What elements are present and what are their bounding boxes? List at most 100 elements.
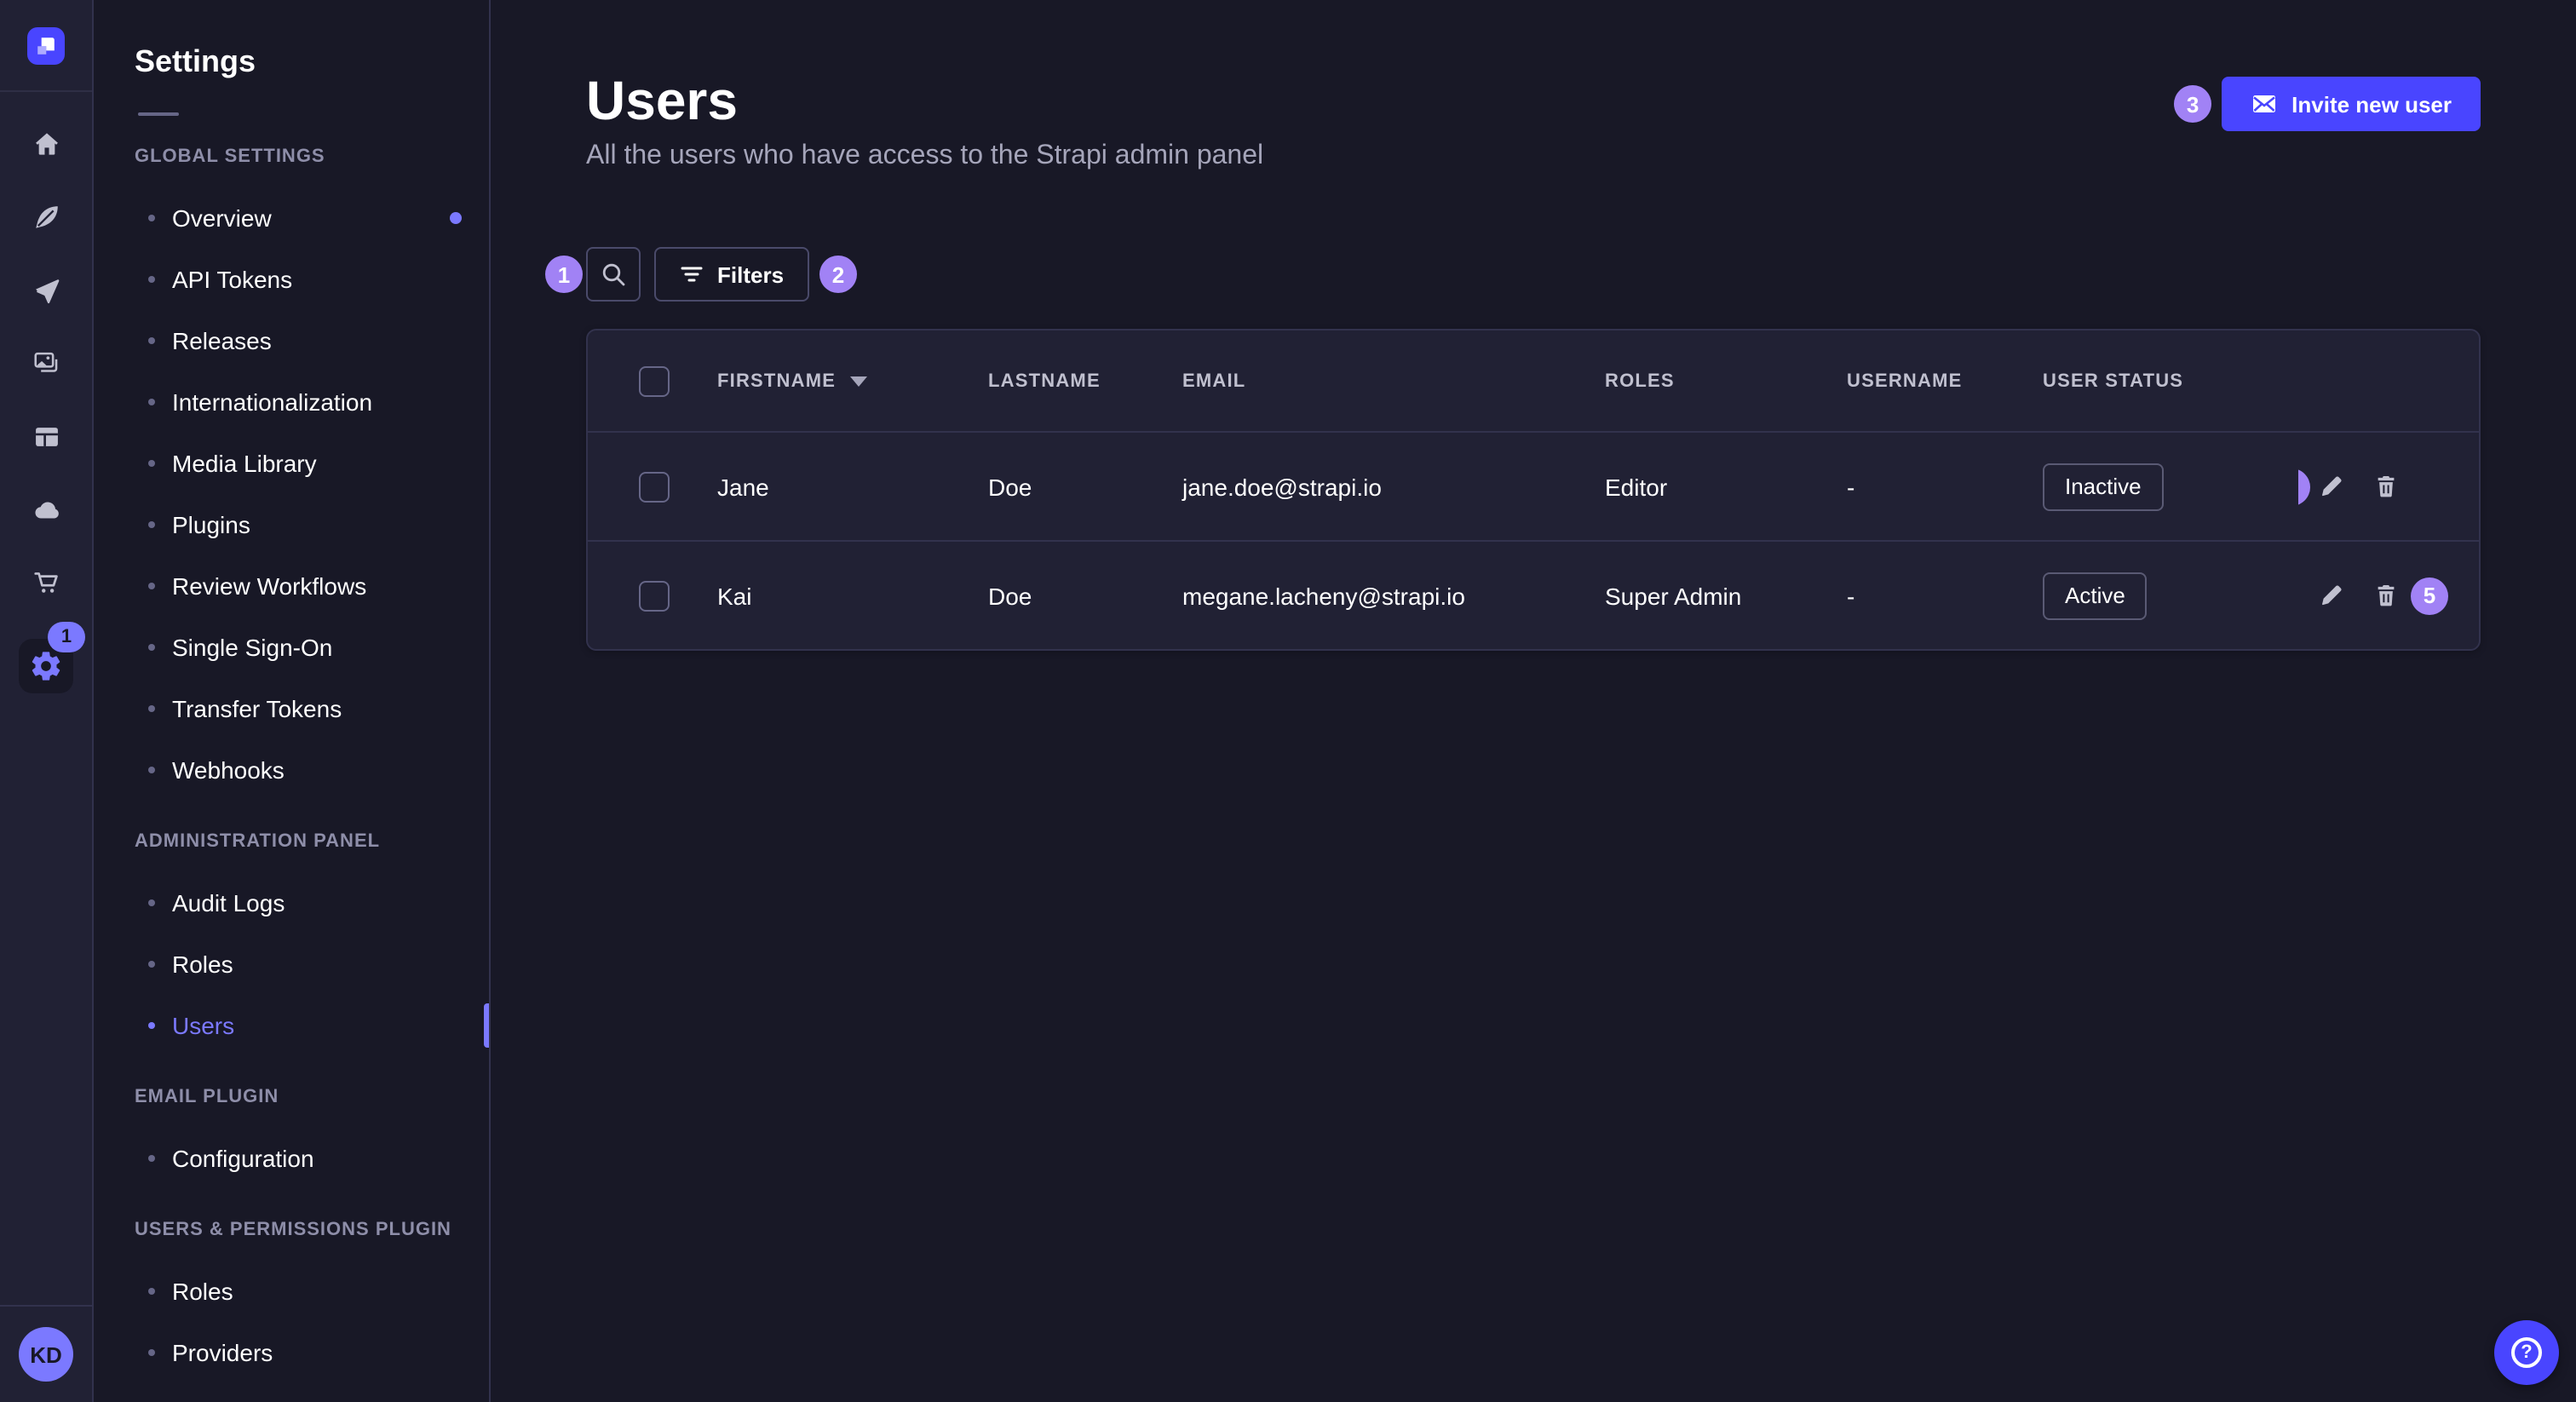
sidebar-item-label: Internationalization bbox=[172, 388, 372, 416]
sidebar-item-audit-logs[interactable]: Audit Logs bbox=[94, 872, 489, 934]
content-feather-icon[interactable] bbox=[32, 203, 60, 232]
sidebar-item-webhooks[interactable]: Webhooks bbox=[94, 739, 489, 801]
invite-new-user-button[interactable]: Invite new user bbox=[2222, 77, 2481, 131]
delete-user-button[interactable] bbox=[2372, 582, 2399, 609]
bullet-dot bbox=[148, 1155, 155, 1162]
table-header-row: FIRSTNAME LASTNAME EMAIL ROLES USERNAME … bbox=[588, 330, 2479, 431]
content-manager-layout-icon[interactable] bbox=[32, 422, 60, 451]
settings-sidebar: Settings GLOBAL SETTINGS Overview API To… bbox=[94, 0, 491, 1402]
invite-button-label: Invite new user bbox=[2291, 91, 2452, 117]
filters-button[interactable]: Filters bbox=[654, 247, 809, 302]
column-header-email[interactable]: EMAIL bbox=[1165, 371, 1588, 391]
send-plane-icon[interactable] bbox=[32, 276, 60, 305]
cell-roles: Super Admin bbox=[1588, 582, 1830, 609]
filters-button-label: Filters bbox=[717, 261, 784, 287]
sidebar-item-api-tokens[interactable]: API Tokens bbox=[94, 249, 489, 310]
status-badge: Inactive bbox=[2043, 463, 2164, 510]
column-header-username[interactable]: USERNAME bbox=[1830, 371, 2026, 391]
bullet-dot bbox=[148, 399, 155, 405]
sidebar-item-plugins[interactable]: Plugins bbox=[94, 494, 489, 555]
marketplace-cart-icon[interactable] bbox=[32, 569, 60, 598]
strapi-logo[interactable] bbox=[27, 27, 65, 65]
main-nav-rail: 1 KD bbox=[0, 0, 94, 1402]
strapi-admin-app: 1 KD Settings GLOBAL SETTINGS Overview A… bbox=[0, 0, 2576, 1402]
cell-roles: Editor bbox=[1588, 473, 1830, 500]
pencil-icon bbox=[2318, 583, 2343, 608]
cell-firstname: Kai bbox=[700, 582, 971, 609]
sidebar-item-media-library[interactable]: Media Library bbox=[94, 433, 489, 494]
sidebar-item-providers[interactable]: Providers bbox=[94, 1322, 489, 1383]
trash-icon bbox=[2372, 583, 2398, 608]
cell-firstname: Jane bbox=[700, 473, 971, 500]
table-row-jane-doe[interactable]: Jane Doe jane.doe@strapi.io Editor - Ina… bbox=[588, 431, 2479, 540]
sidebar-item-label: Overview bbox=[172, 204, 272, 232]
sidebar-item-admin-roles[interactable]: Roles bbox=[94, 934, 489, 995]
column-header-user-status[interactable]: USER STATUS bbox=[2026, 371, 2298, 391]
select-all-checkbox[interactable] bbox=[639, 365, 670, 396]
sidebar-item-configuration[interactable]: Configuration bbox=[94, 1128, 489, 1189]
annotation-marker-2: 2 bbox=[819, 256, 857, 293]
sidebar-item-overview[interactable]: Overview bbox=[94, 187, 489, 249]
pencil-icon bbox=[2318, 474, 2343, 499]
sidebar-item-label: Audit Logs bbox=[172, 889, 285, 916]
sidebar-title: Settings bbox=[94, 41, 489, 82]
edit-user-button[interactable] bbox=[2317, 582, 2344, 609]
bullet-dot bbox=[148, 767, 155, 773]
home-icon[interactable] bbox=[32, 129, 60, 158]
sidebar-item-releases[interactable]: Releases bbox=[94, 310, 489, 371]
sidebar-item-label: Media Library bbox=[172, 450, 317, 477]
sidebar-item-up-roles[interactable]: Roles bbox=[94, 1261, 489, 1322]
sidebar-item-label: Review Workflows bbox=[172, 572, 366, 600]
sort-caret-icon bbox=[849, 376, 866, 386]
sidebar-item-internationalization[interactable]: Internationalization bbox=[94, 371, 489, 433]
envelope-icon bbox=[2251, 90, 2278, 118]
media-images-icon[interactable] bbox=[32, 349, 60, 378]
status-badge: Active bbox=[2043, 572, 2148, 619]
sidebar-item-review-workflows[interactable]: Review Workflows bbox=[94, 555, 489, 617]
help-button[interactable]: ? bbox=[2494, 1320, 2559, 1385]
cell-lastname: Doe bbox=[971, 473, 1165, 500]
edit-user-button[interactable] bbox=[2317, 473, 2344, 500]
main-content: Users All the users who have access to t… bbox=[491, 0, 2576, 1402]
column-header-lastname[interactable]: LASTNAME bbox=[971, 371, 1165, 391]
user-avatar[interactable]: KD bbox=[19, 1327, 73, 1382]
bullet-dot bbox=[148, 583, 155, 589]
annotation-marker-4: 4 bbox=[2298, 468, 2310, 505]
trash-icon bbox=[2372, 474, 2398, 499]
sidebar-item-label: Transfer Tokens bbox=[172, 695, 342, 722]
sidebar-title-divider bbox=[138, 112, 179, 116]
bullet-dot bbox=[148, 899, 155, 906]
cell-lastname: Doe bbox=[971, 582, 1165, 609]
sidebar-item-label: Providers bbox=[172, 1339, 273, 1366]
row-checkbox[interactable] bbox=[639, 580, 670, 611]
search-button[interactable] bbox=[586, 247, 641, 302]
sidebar-item-label: Roles bbox=[172, 1278, 233, 1305]
sidebar-item-transfer-tokens[interactable]: Transfer Tokens bbox=[94, 678, 489, 739]
bullet-dot bbox=[148, 215, 155, 221]
column-header-roles[interactable]: ROLES bbox=[1588, 371, 1830, 391]
bullet-dot bbox=[148, 521, 155, 528]
delete-user-button[interactable] bbox=[2372, 473, 2399, 500]
sidebar-item-users[interactable]: Users bbox=[94, 995, 489, 1056]
sidebar-item-label: Single Sign-On bbox=[172, 634, 332, 661]
cell-email: jane.doe@strapi.io bbox=[1165, 473, 1588, 500]
row-checkbox[interactable] bbox=[639, 471, 670, 502]
page-subtitle: All the users who have access to the Str… bbox=[586, 138, 1263, 175]
notification-dot bbox=[450, 212, 462, 224]
sidebar-item-single-sign-on[interactable]: Single Sign-On bbox=[94, 617, 489, 678]
annotation-marker-1: 1 bbox=[545, 256, 583, 293]
table-row-kai-doe[interactable]: Kai Doe megane.lacheny@strapi.io Super A… bbox=[588, 540, 2479, 649]
sidebar-item-label: Users bbox=[172, 1012, 234, 1039]
cell-username: - bbox=[1830, 473, 2026, 500]
cell-username: - bbox=[1830, 582, 2026, 609]
bullet-dot bbox=[148, 276, 155, 283]
section-header-global-settings: GLOBAL SETTINGS bbox=[94, 126, 489, 187]
filter-icon bbox=[680, 262, 704, 286]
column-header-firstname[interactable]: FIRSTNAME bbox=[700, 371, 971, 391]
deploy-cloud-icon[interactable] bbox=[32, 496, 60, 525]
page-title: Users bbox=[586, 68, 1263, 133]
strapi-logo-glyph bbox=[34, 34, 58, 58]
section-header-administration-panel: ADMINISTRATION PANEL bbox=[94, 811, 489, 872]
sidebar-item-label: Plugins bbox=[172, 511, 250, 538]
bullet-dot bbox=[148, 1022, 155, 1029]
